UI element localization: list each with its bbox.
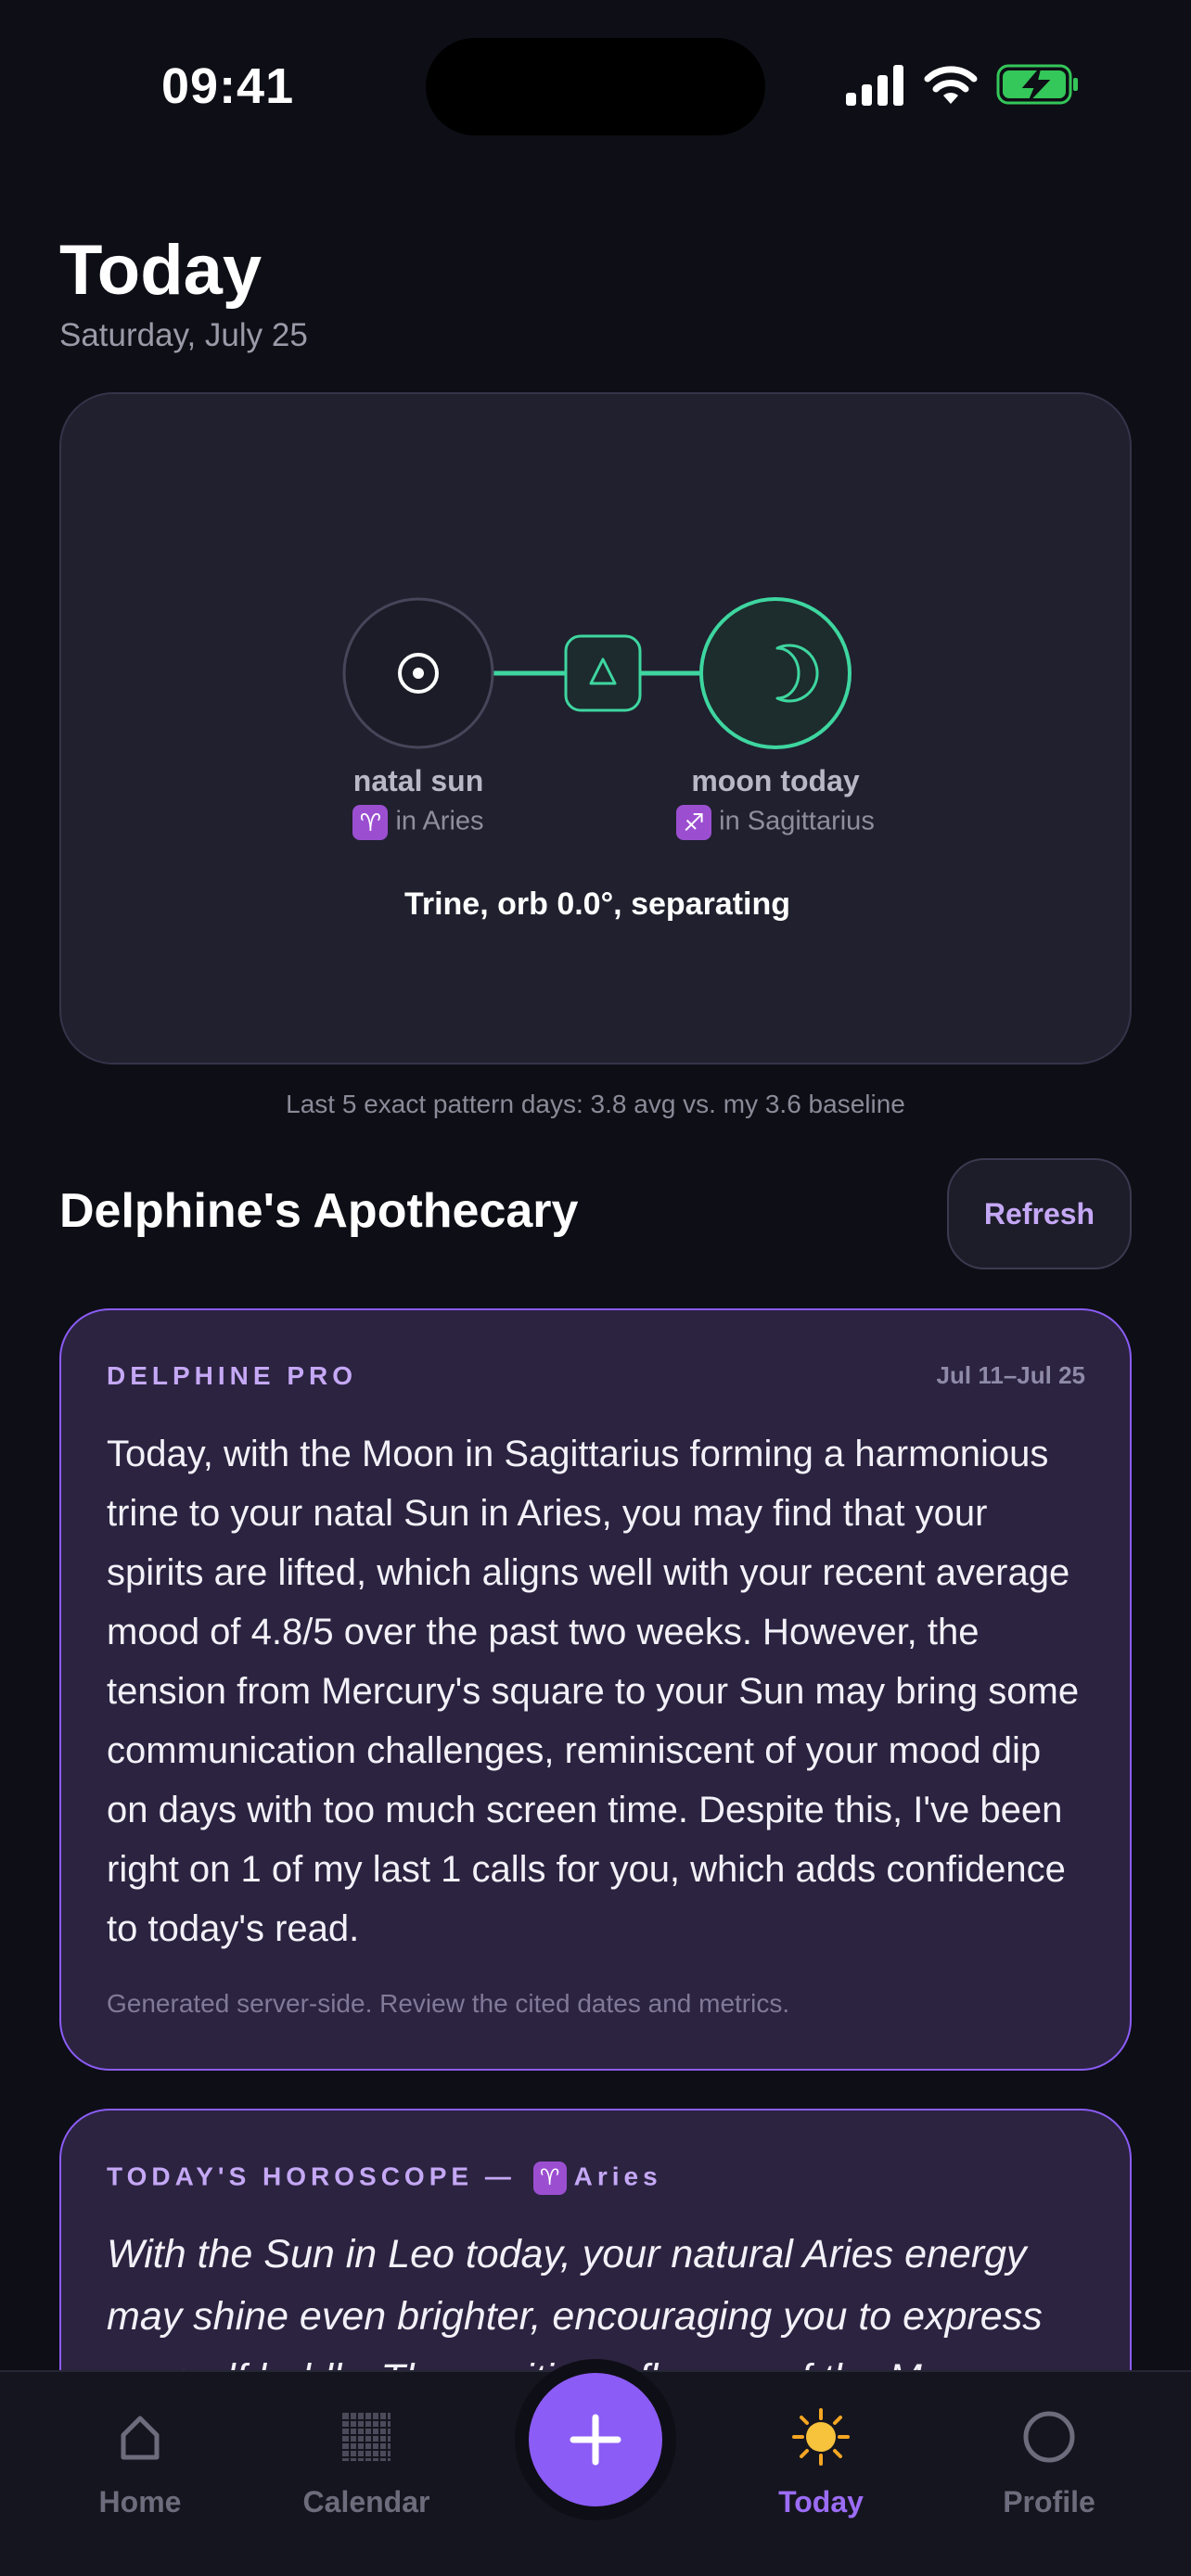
horoscope-sign-name: Aries [573, 2162, 662, 2191]
tab-calendar-label: Calendar [302, 2485, 430, 2519]
home-icon [121, 2416, 160, 2460]
page-title: Today [59, 231, 263, 310]
refresh-button[interactable]: Refresh [947, 1158, 1132, 1269]
natal-sun-sign-text: in Aries [395, 806, 484, 836]
moon-today-sign-text: in Sagittarius [719, 806, 875, 836]
sun-icon [792, 2408, 850, 2466]
moon-icon [699, 597, 852, 749]
cellular-signal-icon [846, 65, 903, 106]
aspect-card: natal sun ♈ in Aries moon today ♐ in Sagit… [59, 392, 1132, 1065]
footnote: Generated server-side. Review the cited … [107, 1989, 790, 2018]
battery-charging-icon [996, 64, 1078, 105]
aspect-summary: Trine, orb 0.0°, separating [403, 886, 791, 922]
horoscope-label-prefix: TODAY'S HOROSCOPE — [107, 2162, 516, 2191]
moon-today-sign: ♐ in Sagittarius [608, 805, 942, 840]
calendar-icon [342, 2413, 391, 2461]
tab-today-label: Today [778, 2485, 864, 2519]
natal-sun-label: natal sun [352, 764, 484, 797]
wifi-icon [924, 66, 978, 104]
aries-sign-icon: ♈ [352, 805, 389, 840]
tab-calendar[interactable]: Calendar [264, 2407, 468, 2519]
tab-today[interactable]: Today [719, 2407, 923, 2519]
tab-profile-label: Profile [1003, 2485, 1095, 2519]
tab-profile[interactable]: Profile [947, 2407, 1151, 2519]
aspect-diagram [342, 597, 852, 749]
status-time: 09:41 [161, 58, 295, 114]
dynamic-island [426, 38, 765, 135]
natal-sun-sign: ♈ in Aries [251, 805, 585, 840]
sun-icon [342, 597, 494, 749]
today-screen: 09:41 Today Saturday, July 25 natal sun … [0, 0, 1191, 2576]
baseline-text: Last 5 exact pattern days: 3.8 avg vs. m… [286, 1090, 905, 1118]
aries-sign-icon: ♈ [532, 2162, 567, 2195]
plus-icon [570, 2414, 621, 2466]
page-date: Saturday, July 25 [59, 317, 308, 353]
moon-today-label: moon today [691, 764, 860, 797]
card-label: DELPHINE PRO [107, 1361, 358, 1390]
trine-icon [564, 634, 642, 712]
section-title: Delphine's Apothecary [59, 1184, 579, 1238]
delphine-pro-card: DELPHINE PRO Jul 11–Jul 25 Today, with t… [59, 1308, 1132, 2071]
reading-text: Today, with the Moon in Sagittarius form… [107, 1434, 1080, 1949]
profile-icon [1023, 2411, 1075, 2463]
add-entry-button[interactable] [529, 2373, 662, 2506]
date-range: Jul 11–Jul 25 [936, 1361, 1085, 1389]
horoscope-label: TODAY'S HOROSCOPE — ♈ Aries [107, 2162, 662, 2195]
sagittarius-sign-icon: ♐ [676, 805, 712, 840]
tab-home[interactable]: Home [38, 2407, 242, 2519]
tab-home-label: Home [98, 2485, 182, 2519]
